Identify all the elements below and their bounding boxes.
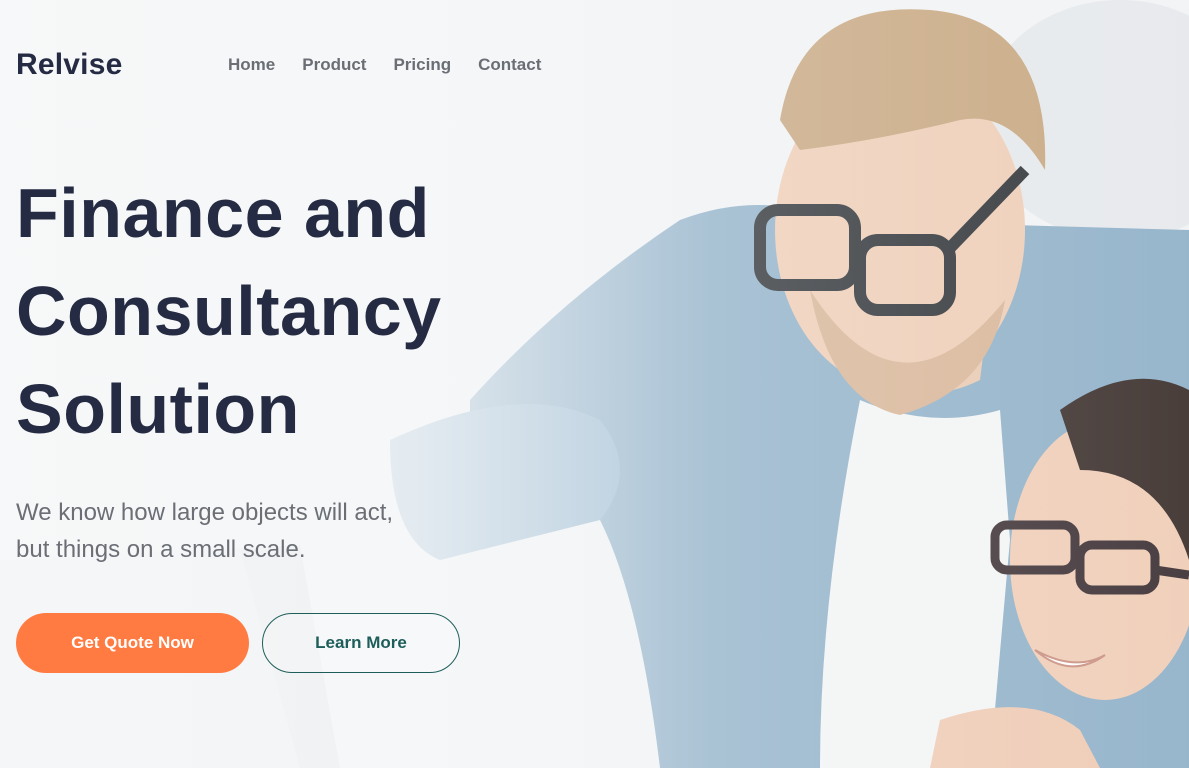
get-quote-button[interactable]: Get Quote Now: [16, 613, 249, 673]
nav-menu: Home Product Pricing Contact: [228, 55, 568, 75]
subtitle-line: but things on a small scale.: [16, 536, 306, 563]
hero-section: Relvise Home Product Pricing Contact Fin…: [0, 0, 1189, 768]
headline-line: Finance and: [16, 174, 430, 252]
nav-item-home[interactable]: Home: [228, 55, 275, 75]
nav-item-product[interactable]: Product: [302, 55, 366, 75]
hero-subtitle: We know how large objects will act, but …: [16, 494, 496, 568]
nav-item-contact[interactable]: Contact: [478, 55, 541, 75]
brand-logo[interactable]: Relvise: [16, 48, 228, 82]
top-navigation: Relvise Home Product Pricing Contact: [16, 44, 568, 86]
headline-line: Consultancy: [16, 272, 442, 350]
learn-more-button[interactable]: Learn More: [262, 613, 460, 673]
hero-headline: Finance and Consultancy Solution: [16, 164, 576, 458]
subtitle-line: We know how large objects will act,: [16, 499, 394, 526]
headline-line: Solution: [16, 370, 300, 448]
nav-item-pricing[interactable]: Pricing: [393, 55, 451, 75]
